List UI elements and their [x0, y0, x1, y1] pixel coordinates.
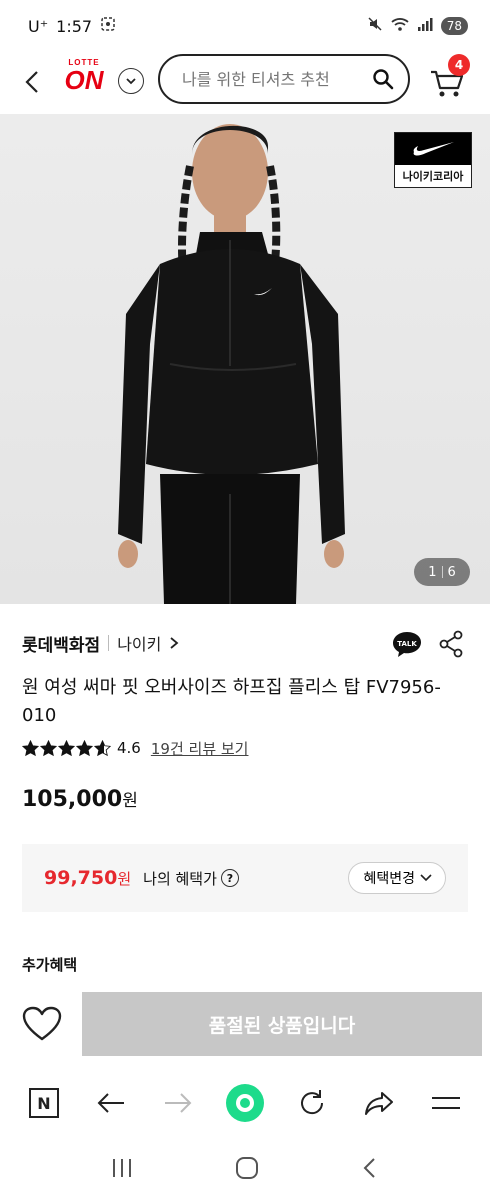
heart-icon: [22, 1006, 62, 1041]
counter-divider: [441, 566, 443, 578]
browser-toolbar: N: [0, 1068, 490, 1138]
wifi-icon: [391, 16, 409, 36]
cart-count-badge: 4: [448, 54, 470, 76]
talk-label: TALK: [397, 640, 417, 648]
refresh-icon: [301, 1090, 324, 1115]
rating-stars: [22, 739, 111, 757]
product-title: 원 여성 써마 핏 오버사이즈 하프집 플리스 탑 FV7956-010: [22, 677, 441, 726]
benefit-label: 나의 혜택가: [143, 869, 217, 888]
chevron-right-icon[interactable]: [167, 636, 181, 650]
mall-dropdown-button[interactable]: [118, 68, 144, 94]
product-price: 105,000원: [22, 786, 138, 812]
product-image-gallery[interactable]: 나이키코리아 1 6: [0, 114, 490, 604]
price-currency: 원: [122, 791, 138, 811]
home-button[interactable]: [235, 1156, 259, 1184]
brand-link[interactable]: 나이키: [117, 631, 161, 655]
benefit-change-label: 혜택변경: [363, 871, 415, 887]
search-icon[interactable]: [372, 68, 394, 90]
status-bar: U⁺ 1:57 78: [0, 0, 490, 52]
browser-menu-button[interactable]: [426, 1083, 466, 1123]
extra-benefit-title: 추가혜택: [22, 956, 78, 974]
clock: 1:57: [56, 16, 93, 36]
rating-score: 4.6: [117, 739, 141, 757]
screenshot-icon: [100, 16, 116, 36]
rating-row: 4.6 19건 리뷰 보기: [22, 736, 248, 760]
browser-back-button[interactable]: [91, 1083, 131, 1123]
benefit-change-button[interactable]: 혜택변경: [348, 862, 446, 894]
purchase-bar: 품절된 상품입니다: [0, 990, 490, 1060]
seller-divider: [108, 635, 110, 651]
price-value: 105,000: [22, 787, 123, 812]
hamburger-icon: [432, 1097, 461, 1109]
benefit-price-box: 99,750원 나의 혜택가 ? 혜택변경: [22, 844, 468, 912]
refresh-button[interactable]: [292, 1083, 332, 1123]
image-page-indicator: 1 6: [414, 558, 470, 586]
recents-icon: [113, 1159, 132, 1177]
star-icon: [40, 739, 57, 756]
soldout-button[interactable]: 품절된 상품입니다: [82, 992, 482, 1056]
chevron-left-icon: [25, 71, 38, 93]
recent-apps-button[interactable]: [110, 1157, 134, 1183]
system-navigation-bar: [0, 1140, 490, 1200]
home-icon: [235, 1157, 258, 1179]
brand-badge-label: 나이키코리아: [402, 170, 464, 183]
benefit-currency: 원: [117, 870, 132, 888]
system-back-button[interactable]: [360, 1156, 380, 1184]
swoosh-logo: [395, 133, 471, 165]
browser-forward-button[interactable]: [158, 1083, 198, 1123]
lotte-on-logo[interactable]: LOTTE ON: [60, 58, 108, 104]
green-dot-button[interactable]: [225, 1083, 265, 1123]
share-icon: [439, 630, 463, 658]
talk-button[interactable]: TALK: [392, 630, 422, 658]
chevron-down-icon: [126, 78, 136, 85]
star-icon: [76, 739, 93, 756]
review-link[interactable]: 19건 리뷰 보기: [151, 738, 249, 759]
star-icon: [94, 739, 111, 756]
help-icon[interactable]: ?: [220, 869, 239, 887]
mute-icon: [367, 16, 383, 36]
naver-home-button[interactable]: N: [24, 1083, 64, 1123]
search-bar[interactable]: [158, 54, 410, 104]
arrow-left-icon: [97, 1093, 124, 1113]
signal-icon: [417, 16, 433, 36]
share-arrow-icon: [365, 1092, 394, 1115]
logo-main-text: ON: [64, 65, 104, 95]
share-button[interactable]: [438, 630, 464, 658]
talk-icon: TALK: [393, 632, 421, 657]
brand-store-badge[interactable]: 나이키코리아: [394, 132, 472, 188]
image-current: 1: [428, 564, 437, 580]
battery-indicator: 78: [440, 17, 468, 35]
benefit-price: 99,750원: [44, 867, 131, 889]
green-dot-icon: [225, 1084, 264, 1122]
arrow-right-icon: [164, 1093, 192, 1113]
benefit-price-value: 99,750: [44, 867, 118, 889]
back-button[interactable]: [20, 66, 46, 98]
chevron-left-icon: [363, 1158, 375, 1178]
app-header: LOTTE ON: [0, 52, 490, 112]
chevron-down-icon: [420, 874, 432, 882]
n-icon: N: [28, 1088, 59, 1118]
browser-share-button[interactable]: [359, 1083, 399, 1123]
wishlist-button[interactable]: [22, 1006, 62, 1042]
carrier-label: U⁺: [28, 16, 49, 36]
image-total: 6: [447, 564, 456, 580]
search-input[interactable]: [182, 69, 362, 89]
star-icon: [22, 739, 39, 756]
n-label: N: [37, 1094, 50, 1113]
star-icon: [58, 739, 75, 756]
store-name[interactable]: 롯데백화점: [22, 631, 100, 656]
